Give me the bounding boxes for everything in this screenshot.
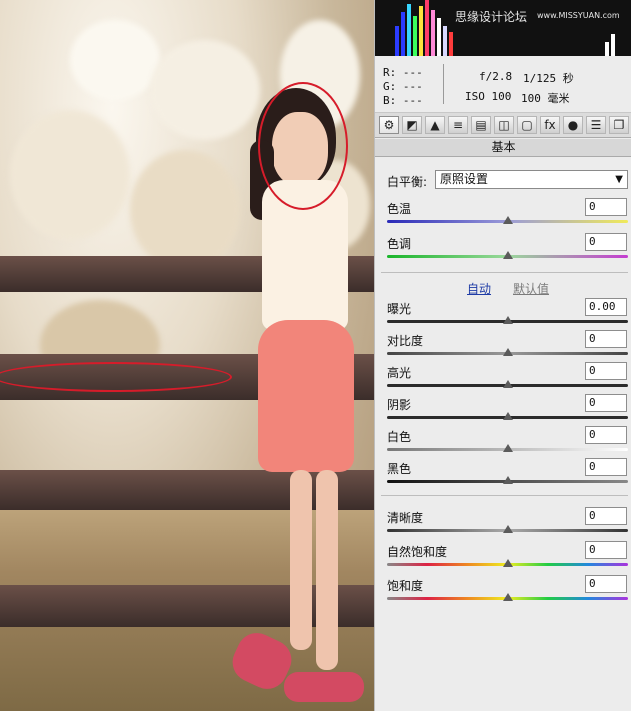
saturation-value-field[interactable]: 0 [585, 575, 627, 593]
vibrance-value-field[interactable]: 0 [585, 541, 627, 559]
shadows-slider-thumb[interactable] [502, 412, 513, 420]
highlights-label: 高光 [387, 366, 412, 380]
tint-label: 色调 [387, 237, 412, 251]
presets-icon[interactable]: ☰ [586, 116, 606, 134]
panel-toolbar: ⚙ ◩ ▲ ≡ ▤ ◫ ▢ fx ● ☰ ❐ [375, 113, 631, 138]
contrast-slider-thumb[interactable] [502, 348, 513, 356]
shutter-value: 1/125 秒 [523, 72, 574, 85]
temperature-label: 色温 [387, 202, 412, 216]
blacks-value-field[interactable]: 0 [585, 458, 627, 476]
saturation-label: 饱和度 [387, 579, 424, 593]
histogram: 思缘设计论坛 www.MISSYUAN.com [375, 0, 631, 56]
clarity-label: 清晰度 [387, 511, 424, 525]
shadows-value-field[interactable]: 0 [585, 394, 627, 412]
aperture-value: f/2.8 [479, 70, 513, 83]
exposure-slider-thumb[interactable] [502, 316, 513, 324]
face-annotation-circle [258, 82, 348, 210]
blacks-slider-thumb[interactable] [502, 476, 513, 484]
default-tone-link[interactable]: 默认值 [513, 280, 549, 297]
white-balance-label: 白平衡: [387, 175, 428, 189]
exposure-value-field[interactable]: 0.00 [585, 298, 627, 316]
r-readout: R: --- [383, 66, 423, 79]
detail-icon[interactable]: ≡ [448, 116, 468, 134]
histogram-watermark-url: www.MISSYUAN.com [537, 11, 620, 20]
info-divider [443, 64, 444, 104]
contrast-value-field[interactable]: 0 [585, 330, 627, 348]
blacks-label: 黑色 [387, 462, 412, 476]
whites-slider-thumb[interactable] [502, 444, 513, 452]
camera-icon[interactable]: ⚙ [379, 116, 399, 134]
shadows-label: 阴影 [387, 398, 412, 412]
clarity-value-field[interactable]: 0 [585, 507, 627, 525]
camera-raw-panel: 思缘设计论坛 www.MISSYUAN.com R: --- G: --- B:… [374, 0, 631, 711]
panel-section-title: 基本 [375, 139, 631, 157]
vibrance-slider-thumb[interactable] [502, 559, 513, 567]
auto-tone-link[interactable]: 自动 [467, 280, 491, 297]
clarity-slider-thumb[interactable] [502, 525, 513, 533]
lens-icon[interactable]: ▢ [517, 116, 537, 134]
tint-slider-thumb[interactable] [502, 251, 513, 259]
iso-value: ISO 100 [465, 90, 512, 103]
histogram-watermark: 思缘设计论坛 [455, 10, 528, 24]
whites-value-field[interactable]: 0 [585, 426, 627, 444]
hsl-icon[interactable]: ▤ [471, 116, 491, 134]
temperature-slider-thumb[interactable] [502, 216, 513, 224]
contrast-label: 对比度 [387, 334, 424, 348]
b-readout: B: --- [383, 94, 423, 107]
vibrance-label: 自然饱和度 [387, 545, 448, 559]
saturation-slider-thumb[interactable] [502, 593, 513, 601]
exposure-label: 曝光 [387, 302, 412, 316]
camera-calibration-icon[interactable]: ● [563, 116, 583, 134]
highlights-value-field[interactable]: 0 [585, 362, 627, 380]
divider [381, 272, 628, 273]
tone-curve-icon[interactable]: ◩ [402, 116, 422, 134]
snapshots-icon[interactable]: ❐ [609, 116, 629, 134]
chevron-down-icon: ▼ [615, 174, 623, 185]
white-balance-select[interactable]: 原照设置 ▼ [435, 170, 628, 189]
photo-canvas[interactable] [0, 0, 374, 711]
highlights-slider-thumb[interactable] [502, 380, 513, 388]
temperature-value-field[interactable]: 0 [585, 198, 627, 216]
split-toning-icon[interactable]: ◫ [494, 116, 514, 134]
tint-value-field[interactable]: 0 [585, 233, 627, 251]
whites-label: 白色 [387, 430, 412, 444]
focal-length-value: 100 毫米 [521, 92, 570, 105]
fx-icon[interactable]: fx [540, 116, 560, 134]
image-info: R: --- G: --- B: --- f/2.8 1/125 秒 ISO 1… [375, 56, 631, 113]
divider [381, 495, 628, 496]
g-readout: G: --- [383, 80, 423, 93]
mountains-icon[interactable]: ▲ [425, 116, 445, 134]
rail-annotation-ellipse [0, 362, 232, 392]
